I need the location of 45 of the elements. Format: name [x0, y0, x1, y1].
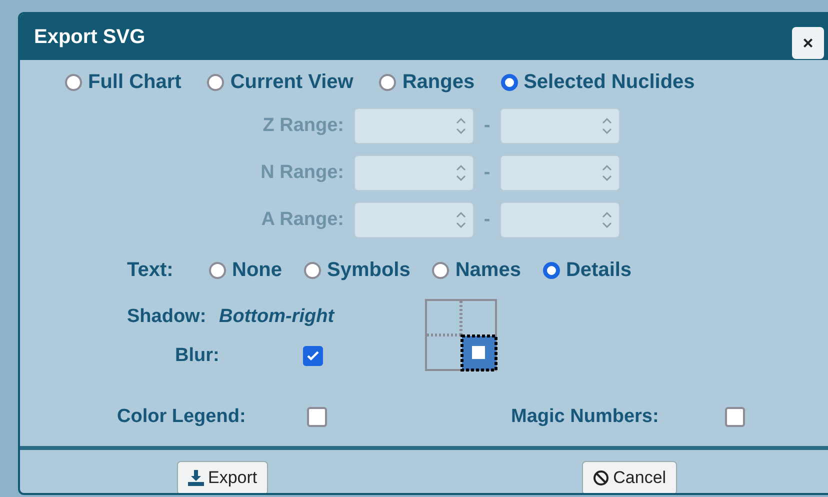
color-legend-label: Color Legend: [117, 404, 247, 429]
radio-label[interactable]: Ranges [402, 67, 475, 97]
checkmark-icon [306, 349, 320, 363]
radio-label[interactable]: Current View [230, 67, 354, 97]
range-separator: - [482, 208, 492, 232]
export-button[interactable]: Export [177, 461, 268, 493]
radio-label[interactable]: Full Chart [88, 67, 182, 97]
radio-button[interactable] [207, 74, 224, 90]
spinner-icon [601, 163, 613, 183]
radio-label[interactable]: None [232, 255, 282, 285]
download-icon [188, 470, 204, 486]
radio-button[interactable] [65, 74, 82, 90]
radio-button[interactable] [379, 74, 396, 90]
spinner-icon [601, 210, 613, 230]
spinner-icon [455, 116, 467, 136]
range-separator: - [482, 160, 492, 185]
shadow-value: Bottom-right [219, 304, 334, 329]
radio-button[interactable] [500, 74, 518, 90]
radio-label[interactable]: Details [566, 255, 632, 285]
radio-button[interactable] [432, 262, 450, 278]
radio-button[interactable] [304, 262, 321, 278]
radio-button[interactable] [542, 262, 560, 278]
checkbox[interactable] [303, 346, 323, 366]
blur-label: Blur: [175, 344, 220, 368]
checkbox[interactable] [307, 407, 327, 427]
radio-label[interactable]: Selected Nuclides [524, 67, 695, 97]
radio-label[interactable]: Names [455, 255, 521, 285]
dialog-title: Export SVG [34, 25, 146, 50]
cancel-icon [593, 470, 610, 486]
spinner-icon [455, 210, 467, 230]
close-button[interactable]: × [792, 27, 824, 59]
shadow-label: Shadow: [127, 304, 208, 329]
cancel-button[interactable]: Cancel [582, 461, 678, 493]
spinner-icon [601, 116, 613, 136]
range-label: Z Range: [262, 114, 344, 138]
range-separator: - [482, 114, 492, 138]
spinner-icon [455, 163, 467, 183]
magic-numbers-label: Magic Numbers: [511, 404, 660, 429]
range-label: N Range: [260, 160, 344, 185]
range-label: A Range: [260, 208, 344, 232]
shadow-position-picker[interactable] [425, 299, 499, 373]
radio-button[interactable] [209, 262, 226, 278]
text-label: Text: [127, 258, 174, 283]
checkbox[interactable] [725, 407, 745, 427]
radio-label[interactable]: Symbols [327, 255, 410, 285]
